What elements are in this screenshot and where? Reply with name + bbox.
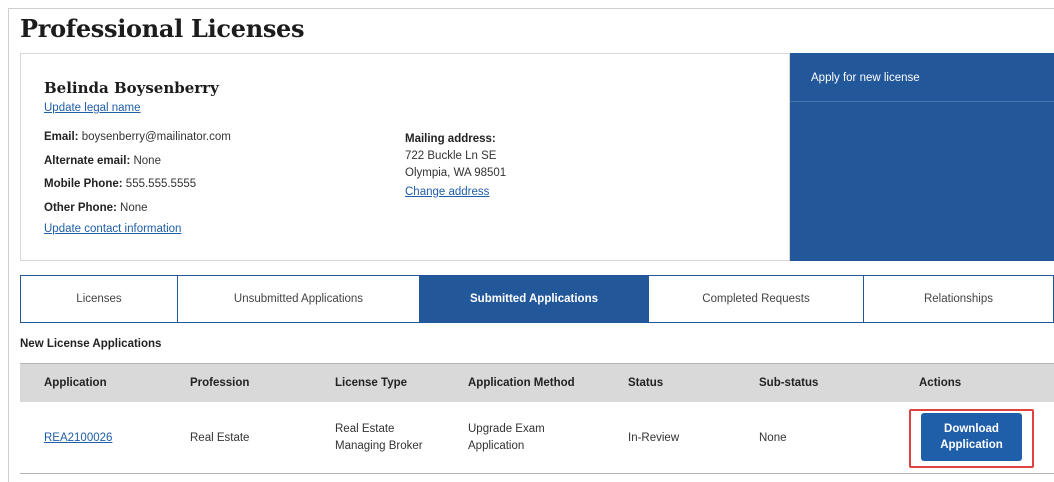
mailing-address-line1: 722 Buckle Ln SE: [405, 150, 497, 162]
mailing-address-line2: Olympia, WA 98501: [405, 167, 507, 179]
cell-application-method: Upgrade Exam Application: [468, 423, 545, 452]
contact-other-phone: Other Phone: None: [44, 202, 231, 226]
mailing-address: Mailing address: 722 Buckle Ln SE Olympi…: [405, 131, 506, 201]
table-row: REA2100026 Real Estate Real Estate Manag…: [20, 402, 1054, 474]
column-application-method: Application Method: [468, 377, 575, 389]
column-profession: Profession: [190, 377, 250, 389]
contact-details: Email: boysenberry@mailinator.com Altern…: [44, 131, 231, 225]
column-sub-status: Sub-status: [759, 377, 819, 389]
tab-bar: Licenses Unsubmitted Applications Submit…: [20, 275, 1054, 323]
mailing-address-label: Mailing address:: [405, 133, 496, 145]
application-number-link[interactable]: REA2100026: [44, 430, 112, 447]
contact-email-label: Email:: [44, 131, 79, 143]
applications-table: Application Profession License Type Appl…: [20, 363, 1054, 474]
profile-name: Belinda Boysenberry: [44, 79, 219, 97]
tab-unsubmitted-applications[interactable]: Unsubmitted Applications: [177, 275, 420, 323]
tab-licenses[interactable]: Licenses: [20, 275, 178, 323]
profile-card: Belinda Boysenberry Update legal name Em…: [20, 53, 790, 261]
column-application: Application: [44, 377, 107, 389]
download-application-button[interactable]: Download Application: [921, 413, 1022, 461]
contact-alternate-email: Alternate email: None: [44, 155, 231, 179]
change-address-link[interactable]: Change address: [405, 184, 489, 201]
apply-for-new-license-link[interactable]: Apply for new license: [790, 53, 1054, 102]
contact-alternate-email-value: None: [133, 154, 161, 167]
contact-alternate-email-label: Alternate email:: [44, 154, 131, 167]
column-status: Status: [628, 377, 664, 389]
tab-relationships[interactable]: Relationships: [863, 275, 1054, 323]
contact-mobile-phone-value: 555.555.5555: [125, 178, 197, 190]
cell-profession: Real Estate: [190, 431, 250, 444]
page-title: Professional Licenses: [20, 14, 305, 43]
table-header: Application Profession License Type Appl…: [20, 363, 1054, 402]
contact-other-phone-label: Other Phone:: [44, 201, 117, 214]
contact-other-phone-value: None: [120, 201, 148, 214]
contact-email: Email: boysenberry@mailinator.com: [44, 131, 231, 155]
cell-sub-status: None: [759, 431, 787, 444]
section-heading: New License Applications: [20, 338, 162, 350]
cell-status: In-Review: [628, 431, 680, 444]
contact-email-value: boysenberry@mailinator.com: [81, 131, 231, 143]
tab-submitted-applications[interactable]: Submitted Applications: [419, 275, 649, 323]
tab-completed-requests[interactable]: Completed Requests: [648, 275, 864, 323]
apply-panel: Apply for new license: [790, 53, 1054, 261]
contact-mobile-phone-label: Mobile Phone:: [44, 178, 123, 190]
cell-license-type: Real Estate Managing Broker: [335, 423, 423, 452]
update-contact-information-link[interactable]: Update contact information: [44, 223, 181, 235]
column-actions: Actions: [919, 377, 962, 389]
contact-mobile-phone: Mobile Phone: 555.555.5555: [44, 178, 231, 202]
column-license-type: License Type: [335, 377, 408, 389]
update-legal-name-link[interactable]: Update legal name: [44, 102, 141, 114]
